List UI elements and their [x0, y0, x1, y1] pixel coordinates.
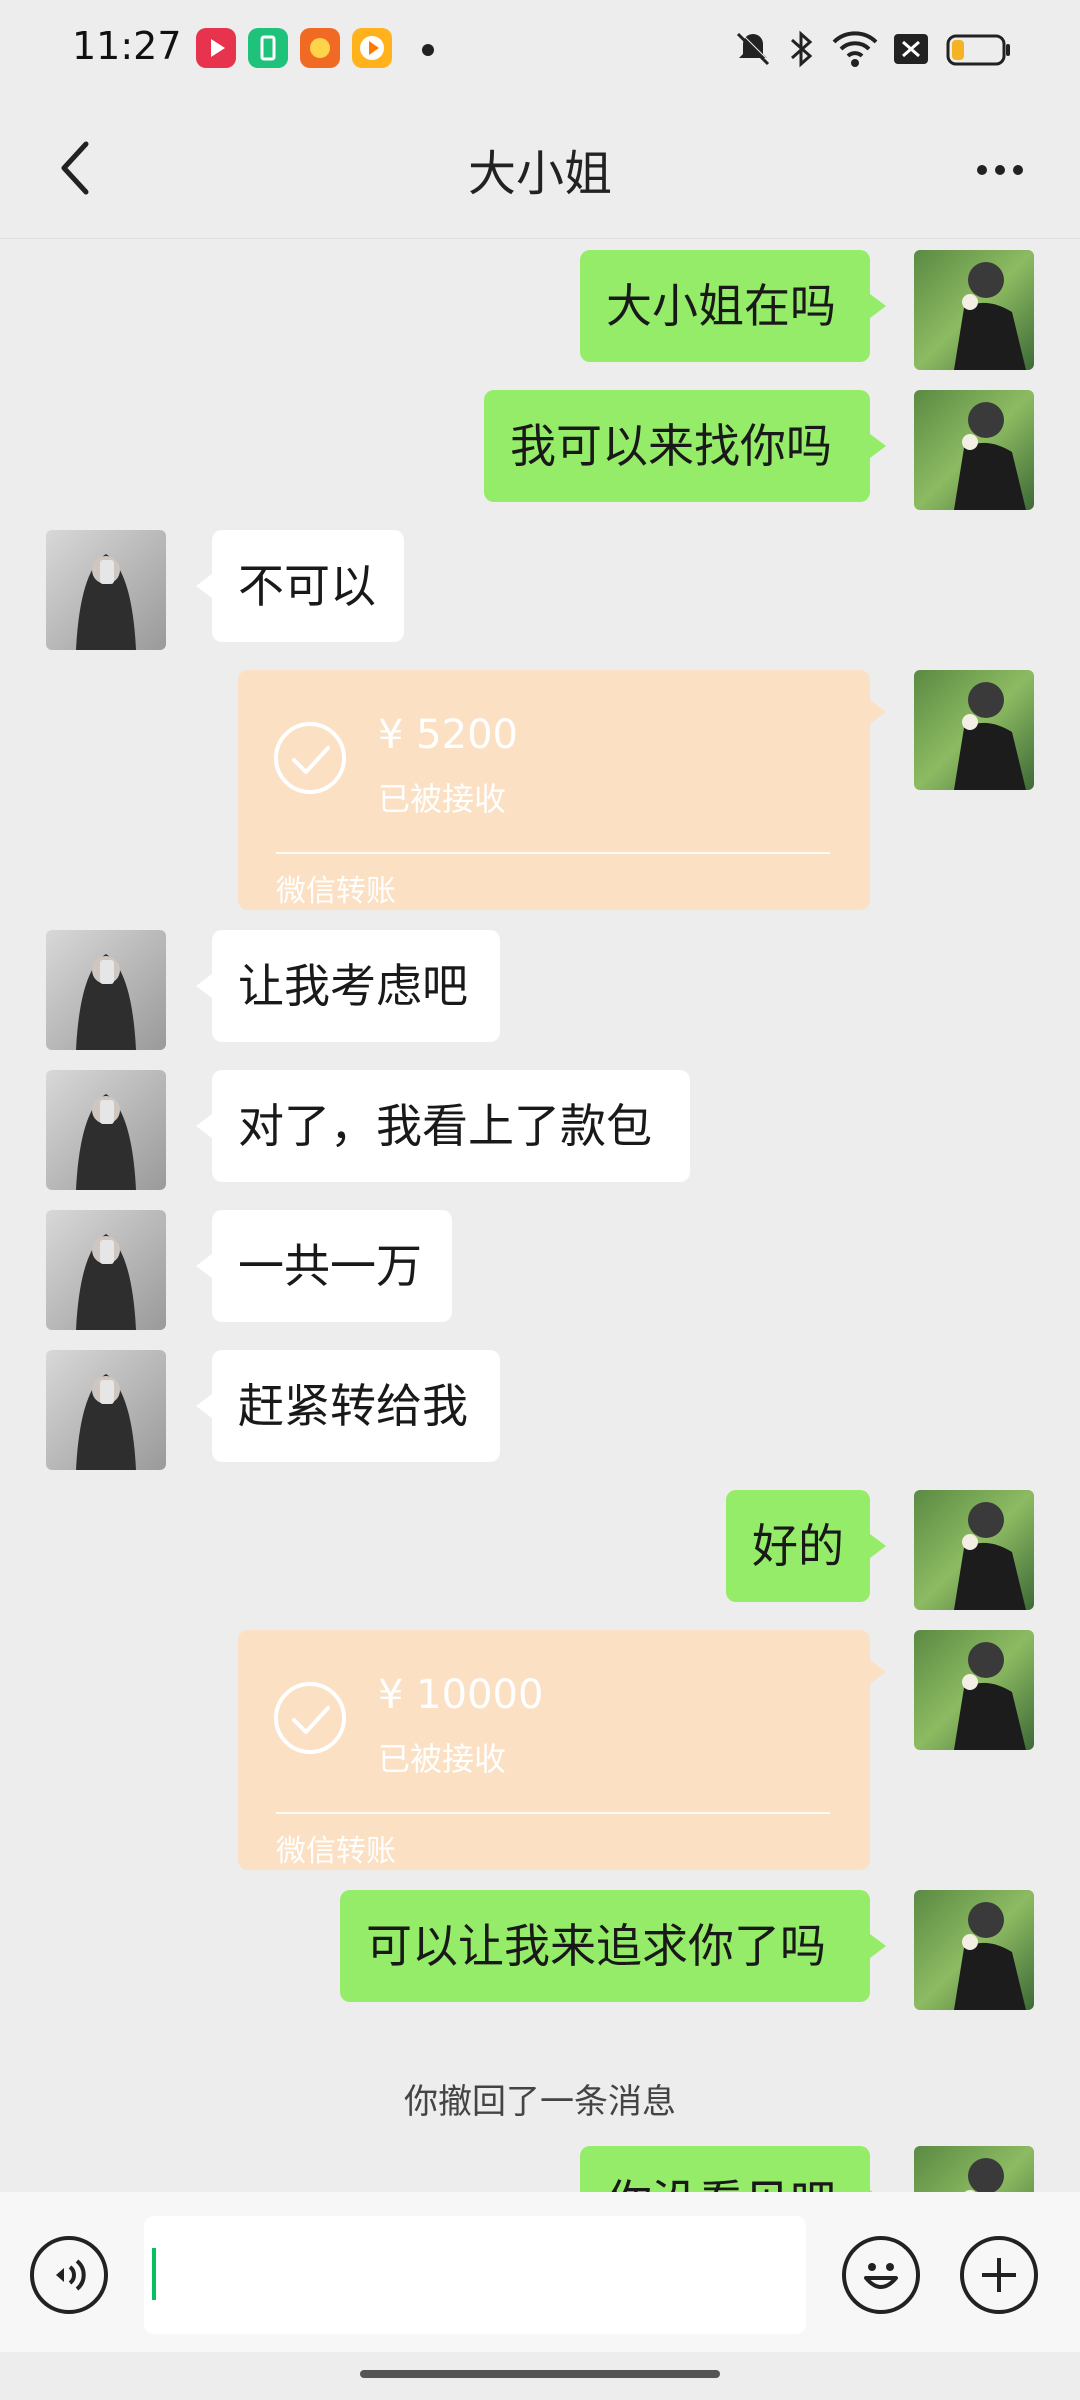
- my-avatar[interactable]: [914, 670, 1034, 790]
- video-player-app-icon: [352, 28, 392, 68]
- status-bar: 11:27: [0, 0, 1080, 100]
- transfer-label: 微信转账: [276, 874, 396, 909]
- mute-icon: [736, 31, 771, 66]
- chat-header: 大小姐: [0, 100, 1080, 239]
- transfer-card[interactable]: ¥ 10000 已被接收 微信转账: [238, 1630, 870, 1870]
- bubble-tail: [196, 1114, 212, 1138]
- contact-avatar[interactable]: [46, 930, 166, 1050]
- contact-avatar[interactable]: [46, 1210, 166, 1330]
- divider: [276, 852, 830, 854]
- message-bubble[interactable]: 我可以来找你吗: [484, 390, 870, 502]
- message-bubble[interactable]: 好的: [726, 1490, 870, 1602]
- transfer-status: 已被接收: [378, 1740, 507, 1778]
- message-bubble[interactable]: 赶紧转给我: [212, 1350, 500, 1462]
- transfer-card[interactable]: ¥ 5200 已被接收 微信转账: [238, 670, 870, 910]
- my-avatar[interactable]: [914, 1630, 1034, 1750]
- sim-off-icon: [894, 34, 928, 64]
- home-indicator[interactable]: [360, 2370, 720, 2378]
- transfer-amount: ¥ 10000: [378, 1672, 544, 1718]
- bubble-tail: [870, 294, 886, 318]
- my-avatar[interactable]: [914, 1490, 1034, 1610]
- contact-avatar[interactable]: [46, 1070, 166, 1190]
- bubble-tail: [870, 1660, 886, 1684]
- bubble-tail: [870, 700, 886, 724]
- text-cursor: [152, 2248, 156, 2300]
- input-bar: [0, 2192, 1080, 2352]
- transfer-amount: ¥ 5200: [378, 712, 518, 758]
- video-app-icon: [196, 28, 236, 68]
- game-app-icon: [300, 28, 340, 68]
- battery-saver-app-icon: [248, 28, 288, 68]
- contact-avatar[interactable]: [46, 530, 166, 650]
- contact-avatar[interactable]: [46, 1350, 166, 1470]
- bubble-tail: [196, 574, 212, 598]
- plus-icon[interactable]: [960, 2236, 1038, 2314]
- notification-dot: [422, 44, 434, 56]
- bubble-tail: [870, 1534, 886, 1558]
- my-avatar[interactable]: [914, 390, 1034, 510]
- check-circle-icon: [274, 722, 346, 794]
- divider: [276, 1812, 830, 1814]
- bubble-tail: [196, 1254, 212, 1278]
- transfer-label: 微信转账: [276, 1834, 396, 1869]
- message-bubble[interactable]: 可以让我来追求你了吗: [340, 1890, 870, 2002]
- message-bubble[interactable]: 对了，我看上了款包: [212, 1070, 690, 1182]
- bluetooth-icon: [791, 30, 813, 68]
- battery-icon: [946, 34, 1010, 66]
- emoji-icon[interactable]: [842, 2236, 920, 2314]
- message-bubble[interactable]: 一共一万: [212, 1210, 452, 1322]
- message-bubble[interactable]: 不可以: [212, 530, 404, 642]
- transfer-status: 已被接收: [378, 780, 507, 818]
- message-input[interactable]: [144, 2216, 806, 2334]
- bubble-tail: [870, 1934, 886, 1958]
- chat-title: 大小姐: [467, 146, 612, 202]
- check-circle-icon: [274, 1682, 346, 1754]
- message-bubble[interactable]: 让我考虑吧: [212, 930, 500, 1042]
- voice-icon[interactable]: [30, 2236, 108, 2314]
- bubble-tail: [196, 974, 212, 998]
- bubble-tail: [870, 434, 886, 458]
- message-bubble[interactable]: 大小姐在吗: [580, 250, 870, 362]
- wifi-icon: [832, 31, 878, 67]
- more-icon[interactable]: [968, 140, 1032, 200]
- bubble-tail: [196, 1394, 212, 1418]
- my-avatar[interactable]: [914, 1890, 1034, 2010]
- my-avatar[interactable]: [914, 250, 1034, 370]
- status-time: 11:27: [72, 24, 182, 68]
- system-message: 你撤回了一条消息: [404, 2082, 676, 2122]
